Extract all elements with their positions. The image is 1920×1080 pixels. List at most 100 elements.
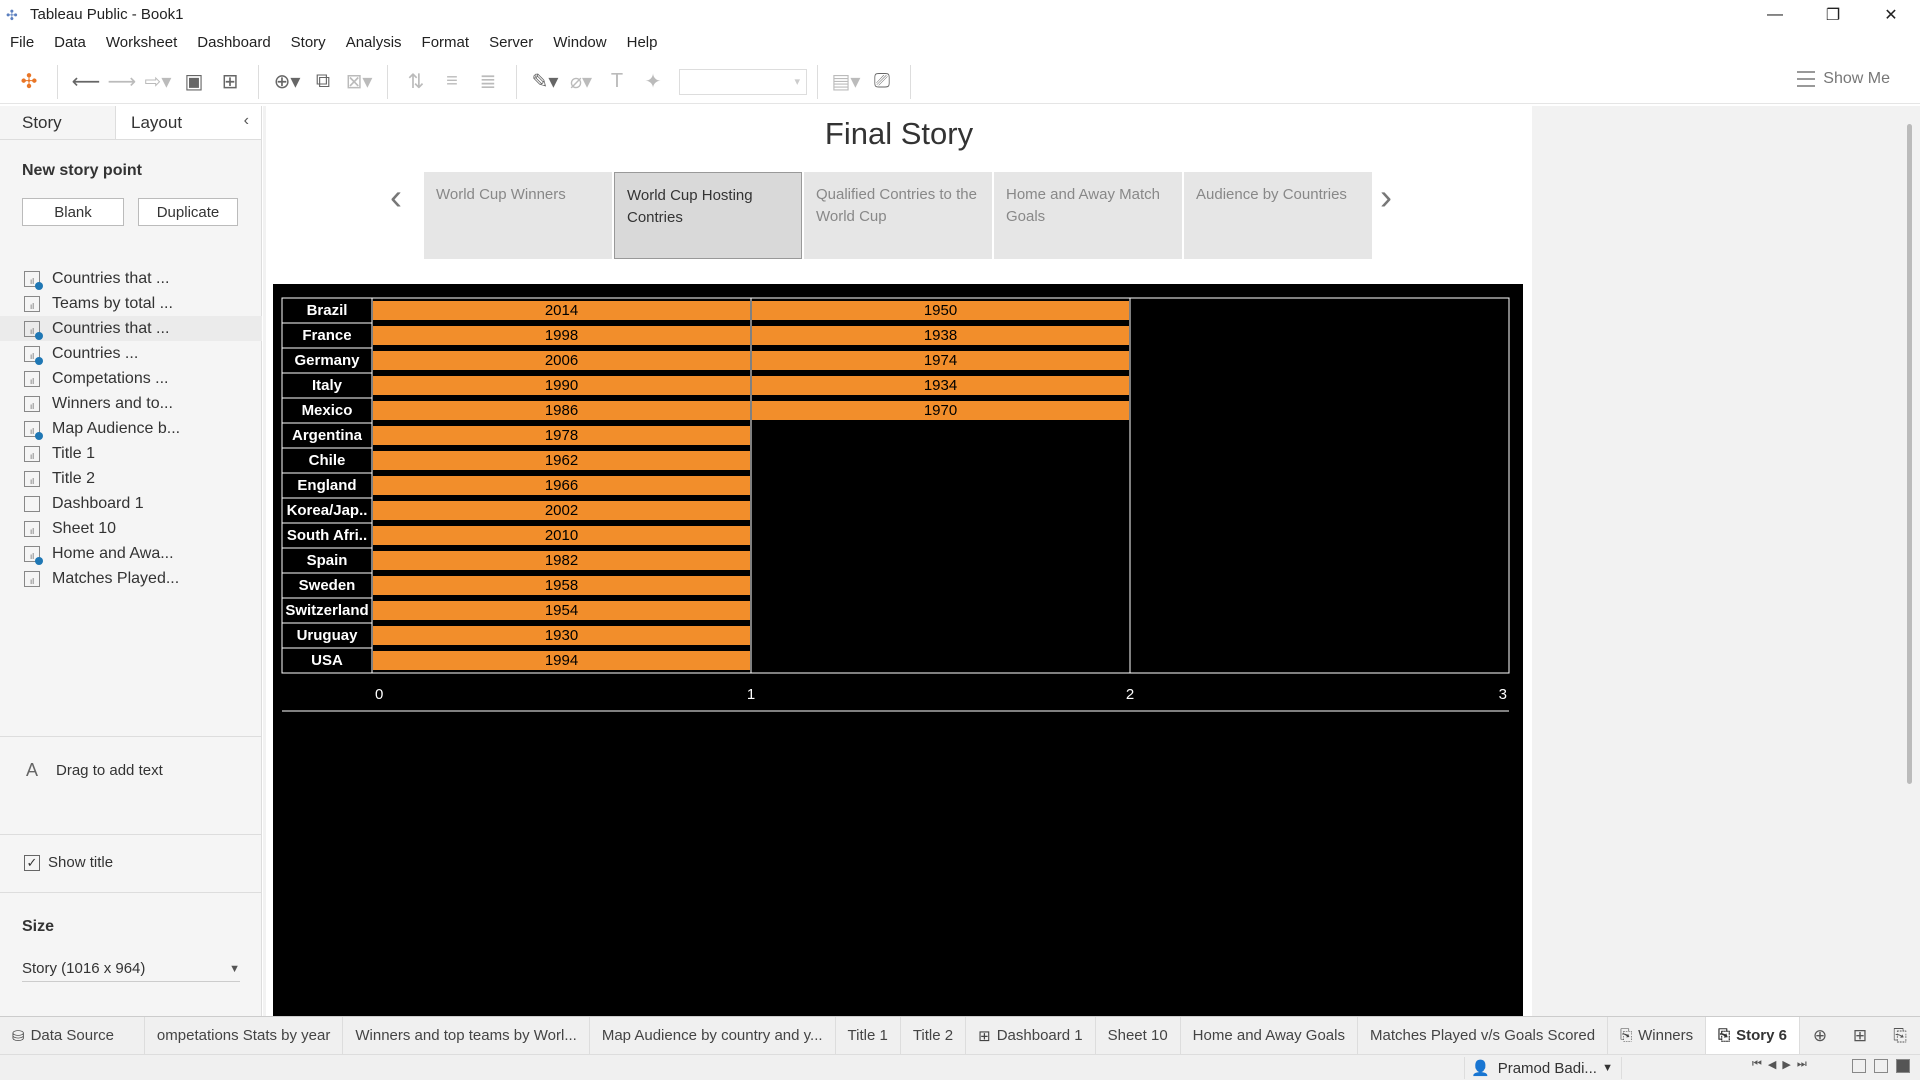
new-story-icon[interactable]: ⎘ [1880,1017,1920,1055]
new-data-source-icon[interactable]: ⊞ [215,66,245,98]
tab-matches-played[interactable]: Matches Played v/s Goals Scored [1358,1016,1609,1055]
tab-story-6[interactable]: ⎘ Story 6 [1706,1016,1800,1055]
highlight-icon[interactable]: ✎▾ [530,66,560,98]
bar-label: 1978 [545,427,578,444]
tab-title-2[interactable]: Title 2 [901,1016,967,1055]
category-label: Uruguay [297,627,359,644]
sheet-list-item[interactable]: ıl Competations ... [0,366,262,391]
sheet-list-item[interactable]: ıl Countries ... [0,341,262,366]
story-point-world-cup-winners[interactable]: World Cup Winners [424,172,612,259]
blank-button[interactable]: Blank [22,198,124,226]
tab-label: Winners [1638,1027,1694,1044]
undo-icon[interactable]: ⟵ [71,66,101,98]
show-cards-icon[interactable]: ▤▾ [831,66,861,98]
hosting-countries-chart[interactable]: Brazil 2014 1950 France 1998 1938 Germany 2006 1… [273,284,1523,1016]
new-dashboard-icon[interactable]: ⊞ [1840,1017,1880,1055]
sheet-list-item[interactable]: ıl Teams by total ... [0,291,262,316]
worksheet-icon: ıl [24,420,43,440]
replay-icon[interactable]: ⇨▾ [143,66,173,98]
user-menu[interactable]: 👤 Pramod Badi... ▼ [1464,1057,1622,1079]
checkbox-checked-icon[interactable]: ✓ [24,854,40,871]
fit-dropdown[interactable]: ▾ [679,68,807,95]
menu-format[interactable]: Format [412,34,480,51]
menu-story[interactable]: Story [281,34,336,51]
duplicate-sheet-icon[interactable]: ⧉ [308,66,338,98]
worksheet-icon: ıl [24,370,40,387]
chevron-down-icon: ▼ [1602,1062,1613,1074]
sort-ascending-icon[interactable]: ≡ [437,66,467,98]
redo-icon[interactable]: ⟶ [107,66,137,98]
story-point-home-away-goals[interactable]: Home and Away Match Goals [994,172,1182,259]
first-sheet-icon[interactable]: ⏮ [1752,1058,1762,1071]
sheet-list-item[interactable]: ıl Map Audience b... [0,416,262,441]
tab-winners-top-teams[interactable]: Winners and top teams by Worl... [343,1016,590,1055]
group-icon[interactable]: ⌀▾ [566,66,596,98]
minimize-icon[interactable]: — [1746,0,1804,29]
previous-sheet-icon[interactable]: ◀ [1768,1058,1776,1071]
sheet-list-label: Winners and to... [52,394,173,412]
sheet-list-item[interactable]: ıl Sheet 10 [0,516,262,541]
vertical-scrollbar[interactable] [1907,124,1912,784]
menu-dashboard[interactable]: Dashboard [187,34,280,51]
menu-analysis[interactable]: Analysis [336,34,412,51]
sheet-list-item[interactable]: ıl Winners and to... [0,391,262,416]
sheet-list-item[interactable]: Dashboard 1 [0,491,262,516]
sheet-list-item[interactable]: ıl Countries that ... [0,316,262,341]
menu-window[interactable]: Window [543,34,616,51]
previous-story-point-icon[interactable]: ‹ [390,176,402,218]
last-sheet-icon[interactable]: ⏭ [1797,1058,1807,1071]
tab-competitions-stats[interactable]: ompetations Stats by year [145,1016,344,1055]
category-label: USA [311,652,343,669]
tab-layout[interactable]: Layout ‹ [116,106,261,139]
sheet-list-item[interactable]: ıl Home and Awa... [0,541,262,566]
tableau-home-icon[interactable]: ✣ [14,66,44,98]
size-dropdown[interactable]: Story (1016 x 964) ▼ [22,956,240,982]
story-point-audience-by-countries[interactable]: Audience by Countries [1184,172,1372,259]
clear-sheet-icon[interactable]: ⊠▾ [344,66,374,98]
new-worksheet-icon[interactable]: ⊕▾ [272,66,302,98]
tab-map-audience[interactable]: Map Audience by country and y... [590,1016,836,1055]
menu-file[interactable]: File [0,34,44,51]
story-point-hosting-countries[interactable]: World Cup Hosting Contries [614,172,802,259]
tab-story[interactable]: Story [0,106,116,139]
collapse-panel-icon[interactable]: ‹ [244,112,249,130]
presentation-mode-icon[interactable]: ⎚ [867,66,897,98]
sheet-list-item[interactable]: ıl Title 1 [0,441,262,466]
bar-label: 1986 [545,402,578,419]
sheet-list-item[interactable]: ıl Title 2 [0,466,262,491]
menu-data[interactable]: Data [44,34,96,51]
tab-home-away-goals[interactable]: Home and Away Goals [1181,1016,1358,1055]
tab-sheet-10[interactable]: Sheet 10 [1096,1016,1181,1055]
sheet-list-item[interactable]: ıl Countries that ... [0,266,262,291]
category-label: Brazil [307,302,348,319]
show-sheet-sorter-icon[interactable] [1852,1059,1866,1073]
tab-dashboard-1[interactable]: ⊞ Dashboard 1 [966,1016,1096,1055]
show-title-toggle[interactable]: ✓ Show title [24,854,113,871]
swap-icon[interactable]: ⇅ [401,66,431,98]
story-point-qualified-countries[interactable]: Qualified Contries to the World Cup [804,172,992,259]
tab-title-1[interactable]: Title 1 [836,1016,901,1055]
sheet-list-item[interactable]: ıl Matches Played... [0,566,262,591]
next-sheet-icon[interactable]: ▶ [1782,1058,1790,1071]
menu-worksheet[interactable]: Worksheet [96,34,187,51]
menu-help[interactable]: Help [617,34,668,51]
category-label: South Afri.. [287,527,367,544]
fix-axes-icon[interactable]: ✦ [638,66,668,98]
show-labels-icon[interactable]: T [602,66,632,98]
duplicate-button[interactable]: Duplicate [138,198,238,226]
show-tabs-icon[interactable] [1896,1059,1910,1073]
tab-data-source[interactable]: ⛁ Data Source [0,1016,145,1055]
next-story-point-icon[interactable]: › [1380,176,1392,218]
tab-winners[interactable]: ⎘ Winners [1608,1016,1707,1055]
category-label: Italy [312,377,343,394]
restore-icon[interactable]: ❐ [1804,0,1862,29]
show-filmstrip-icon[interactable] [1874,1059,1888,1073]
close-icon[interactable]: ✕ [1862,0,1920,29]
show-me-button[interactable]: Show Me [1797,70,1890,88]
sort-descending-icon[interactable]: ≣ [473,66,503,98]
save-icon[interactable]: ▣ [179,66,209,98]
menu-server[interactable]: Server [479,34,543,51]
new-worksheet-icon[interactable]: ⊕ [1800,1017,1840,1055]
toolbar-divider [57,64,58,99]
drag-text-object[interactable]: A Drag to add text [26,760,163,781]
